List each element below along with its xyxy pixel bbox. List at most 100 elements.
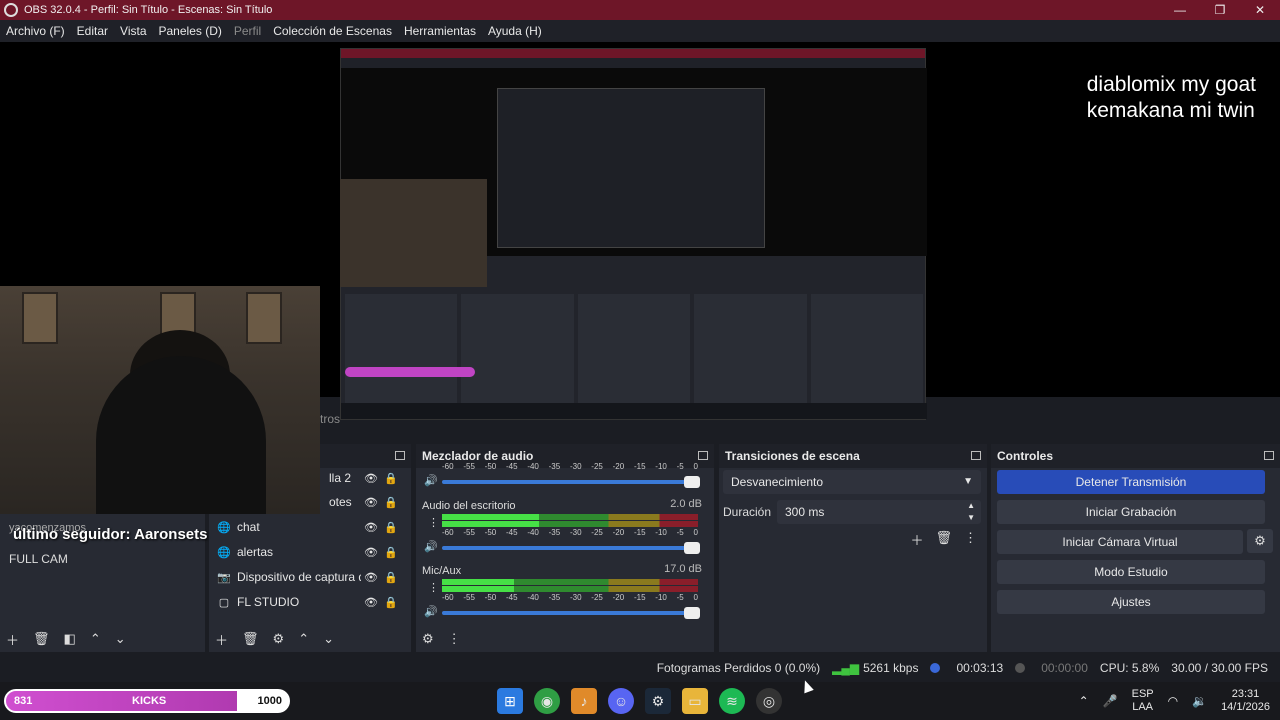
scale-tick: -10 [655,528,667,537]
menu-vista[interactable]: Vista [120,24,146,38]
scale-tick: -60 [442,593,454,602]
scene-item-full-cam[interactable]: FULL CAM [9,552,68,566]
channel-db: 17.0 dB [664,563,702,575]
stop-stream-button[interactable]: Detener Transmisión [997,470,1265,494]
move-up-icon[interactable]: ⌃ [298,631,309,647]
volume-slider[interactable] [442,476,700,488]
minimize-button[interactable]: — [1160,0,1200,20]
mixer-menu-icon[interactable]: ⋮ [448,631,461,647]
dropped-frames: Fotogramas Perdidos 0 (0.0%) [656,661,821,675]
settings-icon[interactable]: ⚙ [273,631,285,647]
undock-icon[interactable] [395,451,405,460]
file-explorer-icon[interactable]: ▭ [682,688,708,714]
eye-icon[interactable]: 👁 [361,546,381,559]
scale-tick: -10 [655,462,667,471]
lock-icon[interactable]: 🔒 [381,571,401,584]
volume-slider[interactable] [442,542,700,554]
filter-icon[interactable]: ◧ [64,631,76,647]
lock-icon[interactable]: 🔒 [381,496,401,509]
volume-meter [442,579,698,585]
move-up-icon[interactable]: ⌃ [90,631,101,647]
add-scene-icon[interactable]: ＋ [6,630,19,649]
menu-herramientas[interactable]: Herramientas [404,24,476,38]
settings-button[interactable]: Ajustes [997,590,1265,614]
lock-icon[interactable]: 🔒 [381,596,401,609]
language-indicator[interactable]: ESP LAA [1132,688,1154,714]
volume-icon[interactable]: 🔉 [1192,694,1207,708]
scale-tick: -55 [463,462,475,471]
eye-icon[interactable]: 👁 [361,571,381,584]
menu-ayuda[interactable]: Ayuda (H) [488,24,542,38]
clock[interactable]: 23:31 14/1/2026 [1221,688,1270,714]
start-virtual-camera-button[interactable]: Iniciar Cámara Virtual [997,530,1243,554]
obs-taskbar-icon[interactable]: ◎ [756,688,782,714]
windows-start-icon[interactable]: ⊞ [497,688,523,714]
nested-webcam-feed [340,179,487,287]
eye-icon[interactable]: 👁 [361,596,381,609]
wifi-icon[interactable]: ◠ [1168,694,1178,708]
chat-overlay-text: diablomix my goat kemakana mi twin [1087,72,1256,124]
menu-paneles[interactable]: Paneles (D) [159,24,222,38]
undock-icon[interactable] [971,451,981,460]
tray-chevron-up-icon[interactable]: ⌃ [1079,694,1089,708]
undock-icon[interactable] [1264,451,1274,460]
tab-label-partial: tros [320,412,341,426]
menu-editar[interactable]: Editar [77,24,108,38]
source-row-fl-studio[interactable]: ▢ FL STUDIO 👁 🔒 [217,591,405,613]
studio-mode-button[interactable]: Modo Estudio [997,560,1265,584]
chrome-icon[interactable]: ◉ [534,688,560,714]
source-row-capture[interactable]: 📷 Dispositivo de captura de vídeo 👁🔒 [217,566,405,588]
advanced-audio-icon[interactable]: ⚙ [422,631,434,647]
transition-select[interactable]: Desvanecimiento ▼ [723,470,981,494]
discord-icon[interactable]: ☺ [608,688,634,714]
menu-perfil[interactable]: Perfil [234,24,261,38]
scale-tick: -15 [633,593,646,602]
add-source-icon[interactable]: ＋ [215,630,228,649]
fl-studio-icon[interactable]: ♪ [571,688,597,714]
remove-scene-icon[interactable]: 🗑 [33,631,50,647]
move-down-icon[interactable]: ⌄ [323,631,334,647]
spin-arrows-icon[interactable]: ▲ ▼ [967,500,975,524]
microphone-icon[interactable]: 🎤 [1103,694,1118,708]
scale-tick: -15 [633,528,646,537]
speaker-icon[interactable]: 🔊 [424,474,438,487]
remove-transition-icon[interactable]: 🗑 [935,530,952,549]
eye-icon[interactable]: 👁 [361,472,381,485]
scale-tick: -30 [569,528,582,537]
scale-tick: -45 [505,593,518,602]
kicks-goal: 1000 [257,695,282,707]
menu-coleccion-escenas[interactable]: Colección de Escenas [273,24,392,38]
eye-icon[interactable]: 👁 [361,496,381,509]
record-status-icon [1015,663,1026,673]
volume-slider[interactable] [442,607,700,619]
scale-tick: -25 [591,593,603,602]
maximize-button[interactable]: ❐ [1200,0,1240,20]
duration-spinbox[interactable]: 300 ms ▲ ▼ [777,500,981,524]
remove-source-icon[interactable]: 🗑 [242,631,259,647]
lock-icon[interactable]: 🔒 [381,521,401,534]
sources-toolbar: ＋ 🗑 ⚙ ⌃ ⌄ [209,626,411,652]
move-down-icon[interactable]: ⌄ [115,631,126,647]
speaker-icon[interactable]: 🔊 [424,540,438,553]
taskbar-apps: ⊞ ◉ ♪ ☺ ⚙ ▭ ≋ ◎ [497,688,782,714]
source-row-chat[interactable]: 🌐 chat 👁 🔒 [217,516,405,538]
eye-icon[interactable]: 👁 [361,521,381,534]
channel-name: Mic/Aux [422,565,462,577]
spotify-icon[interactable]: ≋ [719,688,745,714]
start-recording-button[interactable]: Iniciar Grabación [997,500,1265,524]
close-button[interactable]: ✕ [1240,0,1280,20]
channel-menu-icon[interactable]: ⋮ [428,581,439,594]
transition-menu-icon[interactable]: ⋮ [964,530,977,549]
source-row-alertas[interactable]: 🌐 alertas 👁 🔒 [217,541,405,563]
lock-icon[interactable]: 🔒 [381,546,401,559]
menu-archivo[interactable]: Archivo (F) [6,24,65,38]
window-controls: — ❐ ✕ [1160,0,1280,20]
scale-tick: 0 [693,593,698,602]
steam-icon[interactable]: ⚙ [645,688,671,714]
add-transition-icon[interactable]: ＋ [910,530,923,549]
undock-icon[interactable] [698,451,708,460]
lock-icon[interactable]: 🔒 [381,472,401,485]
speaker-icon[interactable]: 🔊 [424,605,438,618]
channel-menu-icon[interactable]: ⋮ [428,516,439,529]
virtual-camera-settings-icon[interactable]: ⚙ [1247,529,1273,553]
